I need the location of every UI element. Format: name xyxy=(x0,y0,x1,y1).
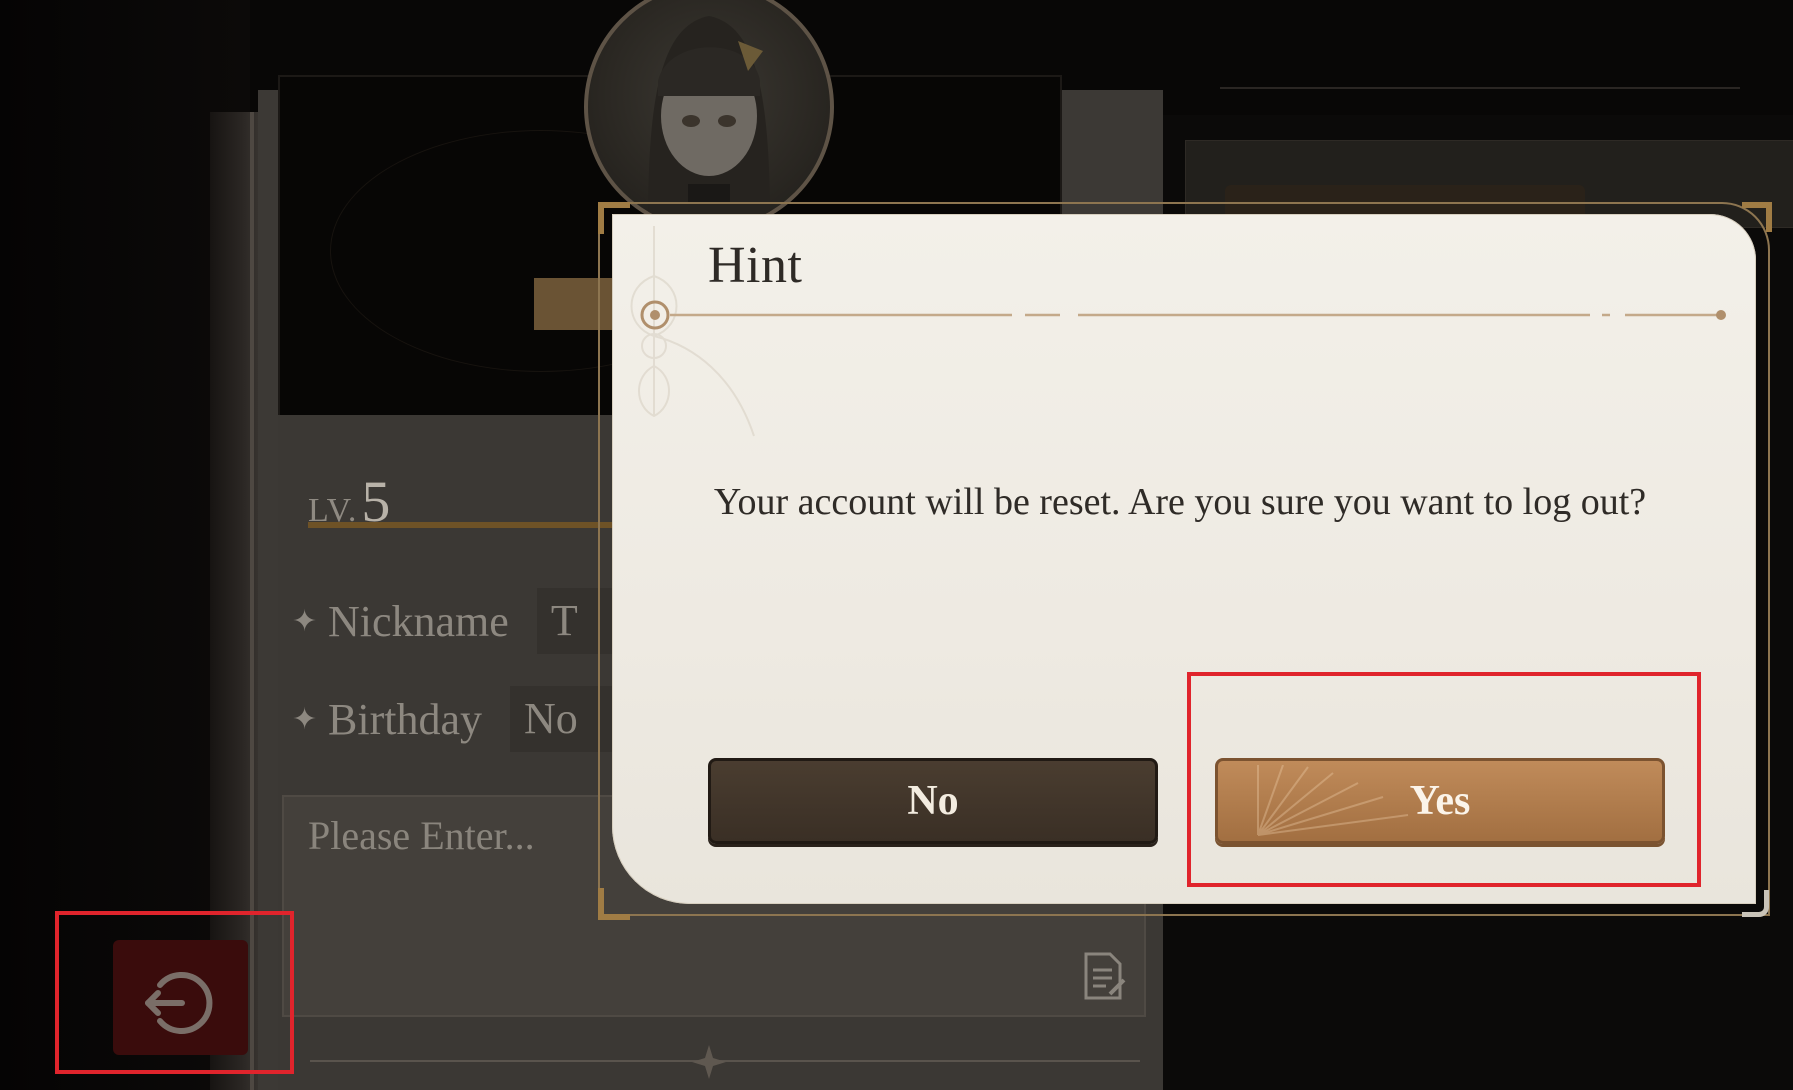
title-divider xyxy=(640,300,1726,330)
edit-note-icon[interactable] xyxy=(1080,950,1126,1002)
highlight-yes-button xyxy=(1187,672,1701,887)
highlight-logout-button xyxy=(55,911,294,1074)
no-button-label: No xyxy=(907,778,959,824)
frame-corner xyxy=(598,888,630,920)
sparkle-icon: ✦ xyxy=(292,702,318,736)
sparkle-icon: ✦ xyxy=(292,604,318,638)
level-progress-bar xyxy=(308,522,638,528)
signature-placeholder: Please Enter... xyxy=(308,813,535,858)
no-button[interactable]: No xyxy=(708,758,1158,844)
frame-corner xyxy=(1742,202,1772,232)
nickname-label: Nickname xyxy=(328,596,509,646)
dialog-message: Your account will be reset. Are you sure… xyxy=(713,481,1647,523)
right-panel-rule xyxy=(1220,87,1740,89)
dialog-title: Hint xyxy=(708,237,803,294)
birthday-label: Birthday xyxy=(328,694,482,744)
star-ornament-icon xyxy=(692,1045,726,1079)
avatar-portrait-icon xyxy=(648,16,770,228)
